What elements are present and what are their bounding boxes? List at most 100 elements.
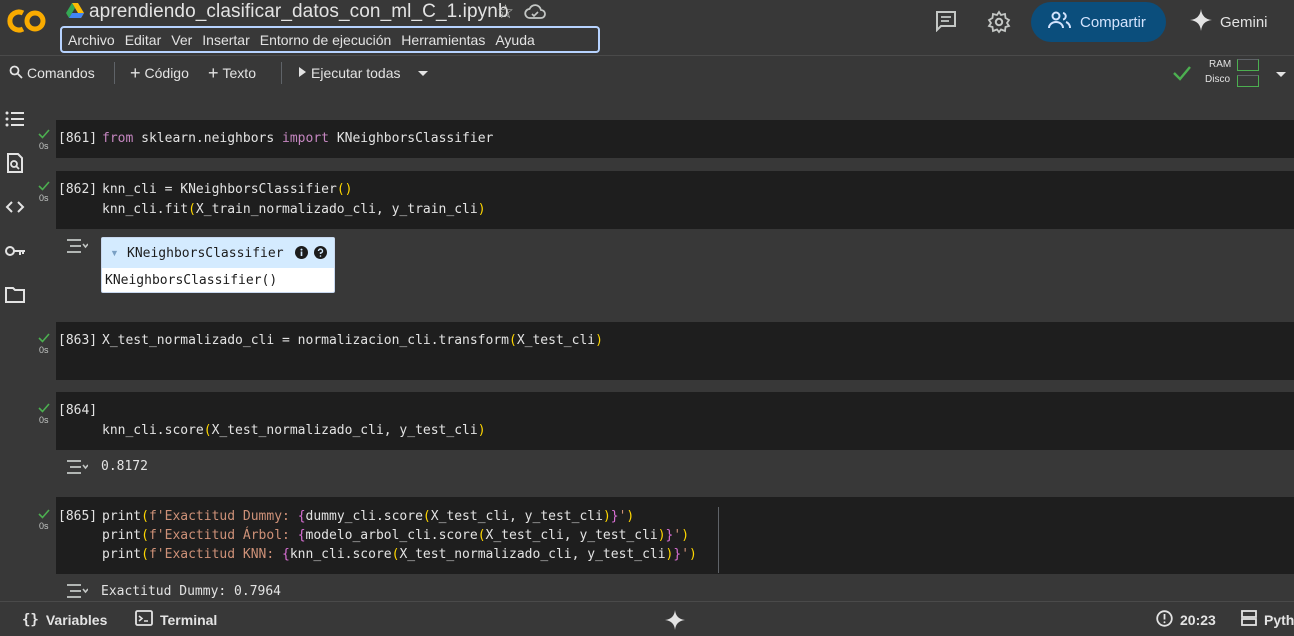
gemini-sparkle-icon — [1190, 8, 1212, 36]
code-cell[interactable]: [861] from sklearn.neighbors import KNei… — [56, 120, 1294, 158]
help-icon[interactable] — [314, 246, 327, 259]
exec-time: 0s — [39, 415, 49, 425]
cell-status: 0s — [38, 509, 56, 537]
code-label: Código — [144, 65, 189, 81]
share-button[interactable]: Compartir — [1031, 2, 1166, 42]
code-line[interactable]: knn_cli.fit(X_train_normalizado_cli, y_t… — [102, 202, 486, 217]
comment-icon[interactable] — [934, 10, 958, 33]
commands-button[interactable]: Comandos — [9, 56, 95, 90]
alert-circle-icon — [1156, 609, 1173, 630]
ruler-line — [718, 507, 719, 573]
play-icon — [297, 65, 307, 81]
exec-time: 0s — [39, 141, 49, 151]
cell-number: [863] — [58, 333, 98, 348]
cell-status: 0s — [38, 403, 56, 431]
output-toggle-icon[interactable] — [66, 458, 89, 476]
gear-icon[interactable] — [987, 10, 1011, 34]
gemini-label: Gemini — [1220, 13, 1268, 31]
menu-insertar[interactable]: Insertar — [200, 32, 257, 48]
code-line[interactable]: print(f'Exactitud KNN: {knn_cli.score(X_… — [102, 547, 697, 562]
ram-meter[interactable] — [1237, 59, 1259, 71]
terminal-icon — [135, 610, 153, 629]
files-folder-icon[interactable] — [4, 284, 26, 306]
cell-status: 0s — [38, 333, 56, 361]
ram-label: RAM — [1209, 59, 1232, 70]
terminal-button[interactable]: Terminal — [135, 602, 217, 636]
star-icon[interactable]: ☆ — [497, 1, 514, 24]
estimator-header[interactable]: ▼ KNeighborsClassifier — [102, 238, 334, 268]
notebook-title[interactable]: aprendiendo_clasificar_datos_con_ml_C_1.… — [89, 1, 509, 23]
runtime-label: Pyth — [1264, 611, 1294, 628]
menu-ver[interactable]: Ver — [169, 32, 200, 48]
terminal-label: Terminal — [160, 611, 218, 628]
output-toggle-icon[interactable] — [66, 237, 89, 255]
code-line[interactable]: knn_cli = KNeighborsClassifier() — [102, 182, 352, 197]
share-label: Compartir — [1080, 13, 1146, 31]
code-cell[interactable]: [864] knn_cli.score(X_test_normalizado_c… — [56, 392, 1294, 450]
menu-editar[interactable]: Editar — [123, 32, 170, 48]
resources-dropdown-icon[interactable] — [1276, 67, 1286, 77]
run-all-button[interactable]: Ejecutar todas — [297, 56, 401, 90]
connected-check-icon[interactable] — [1172, 64, 1192, 82]
code-line[interactable]: X_test_normalizado_cli = normalizacion_c… — [102, 333, 603, 348]
drive-icon[interactable] — [66, 3, 84, 19]
text-label: Texto — [222, 65, 256, 81]
code-line[interactable]: knn_cli.score(X_test_normalizado_cli, y_… — [102, 423, 486, 438]
code-line[interactable]: from sklearn.neighbors import KNeighbors… — [102, 131, 493, 146]
secrets-key-icon[interactable] — [4, 240, 26, 262]
success-check-icon — [38, 509, 50, 519]
plus-icon: + — [130, 62, 141, 83]
menu-herramientas[interactable]: Herramientas — [399, 32, 493, 48]
cell-status: 0s — [38, 181, 56, 209]
variables-label: Variables — [45, 611, 108, 628]
disk-meter[interactable] — [1237, 75, 1259, 87]
code-cell[interactable]: [865] print(f'Exactitud Dummy: {dummy_cl… — [56, 497, 1294, 574]
cloud-saved-icon[interactable] — [524, 3, 546, 21]
plus-icon: + — [208, 62, 219, 83]
code-line[interactable]: print(f'Exactitud Árbol: {modelo_arbol_c… — [102, 528, 689, 543]
colab-logo[interactable] — [6, 6, 50, 36]
menu-ayuda[interactable]: Ayuda — [493, 32, 542, 48]
estimator-repr: KNeighborsClassifier() — [105, 273, 278, 288]
add-code-button[interactable]: + Código — [130, 56, 189, 90]
success-check-icon — [38, 333, 50, 343]
menubar: Archivo Editar Ver Insertar Entorno de e… — [60, 26, 600, 53]
estimator-name: KNeighborsClassifier — [127, 246, 284, 261]
cell-output: Exactitud Dummy: 0.7964 — [56, 574, 1294, 601]
cell-number: [864] — [58, 403, 98, 418]
code-cell[interactable]: [863] X_test_normalizado_cli = normaliza… — [56, 322, 1294, 380]
code-cell[interactable]: [862] knn_cli = KNeighborsClassifier() k… — [56, 171, 1294, 229]
people-icon — [1048, 11, 1072, 34]
menu-archivo[interactable]: Archivo — [66, 32, 123, 48]
code-line[interactable]: print(f'Exactitud Dummy: {dummy_cli.scor… — [102, 509, 634, 524]
cell-number: [861] — [58, 131, 98, 146]
exec-time: 0s — [39, 193, 49, 203]
cell-number: [862] — [58, 182, 98, 197]
code-snippets-icon[interactable] — [4, 196, 26, 218]
search-icon — [9, 65, 23, 82]
colab-window: aprendiendo_clasificar_datos_con_ml_C_1.… — [0, 0, 1294, 636]
caret-down-icon — [417, 65, 429, 81]
info-icon[interactable] — [295, 246, 308, 259]
run-options-dropdown[interactable] — [417, 56, 429, 90]
cell-output: 0.8172 — [56, 450, 1294, 494]
output-toggle-icon[interactable] — [66, 582, 89, 600]
exec-time: 0s — [39, 521, 49, 531]
menu-entorno[interactable]: Entorno de ejecución — [258, 32, 400, 48]
table-of-contents-icon[interactable] — [4, 108, 26, 130]
output-text: Exactitud Dummy: 0.7964 — [101, 584, 282, 599]
exec-status-button[interactable]: 20:23 — [1156, 602, 1216, 636]
success-check-icon — [38, 181, 50, 191]
gemini-sparkle-icon[interactable] — [665, 610, 685, 630]
estimator-widget[interactable]: ▼ KNeighborsClassifier KNeighborsClassif… — [101, 237, 335, 293]
runtime-button[interactable]: Pyth — [1241, 602, 1294, 636]
add-text-button[interactable]: + Texto — [208, 56, 256, 90]
gemini-button[interactable]: Gemini — [1186, 6, 1268, 38]
find-replace-icon[interactable] — [4, 152, 26, 174]
toolbar-divider — [114, 62, 115, 84]
clock-time: 20:23 — [1180, 611, 1216, 628]
notebook-area: 0s [861] from sklearn.neighbors import K… — [34, 91, 1294, 601]
exec-time: 0s — [39, 345, 49, 355]
variables-button[interactable]: {} Variables — [22, 602, 107, 636]
collapse-arrow-icon[interactable]: ▼ — [110, 248, 119, 258]
